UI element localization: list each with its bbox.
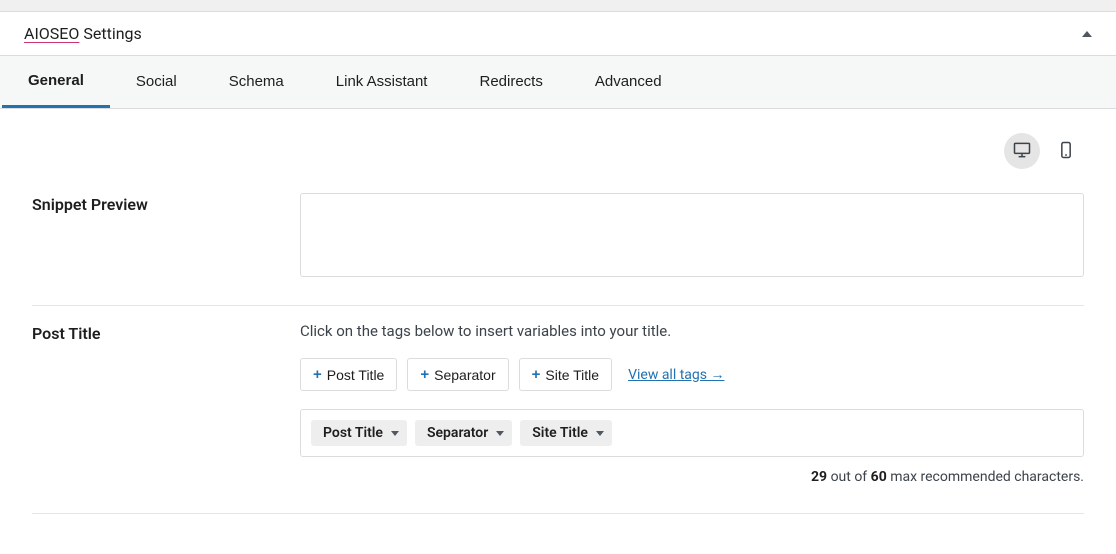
plus-icon: + [420, 366, 429, 383]
char-count-max: 60 [871, 469, 887, 485]
tab-redirects[interactable]: Redirects [453, 56, 568, 108]
chip-separator[interactable]: Separator [415, 420, 512, 446]
post-title-label: Post Title [32, 322, 300, 485]
plus-icon: + [313, 366, 322, 383]
view-all-tags-link[interactable]: View all tags → [628, 366, 724, 383]
device-toggle [32, 133, 1084, 169]
tag-buttons: + Post Title + Separator + Site Title Vi… [300, 358, 1084, 391]
chevron-down-icon [496, 431, 504, 436]
tab-social[interactable]: Social [110, 56, 203, 108]
title-input[interactable]: Post Title Separator Site Title [300, 409, 1084, 457]
tab-label: Social [136, 73, 177, 90]
tag-btn-label: Separator [434, 367, 495, 383]
char-count-current: 29 [811, 469, 827, 485]
tab-advanced[interactable]: Advanced [569, 56, 688, 108]
snippet-preview-row: Snippet Preview [32, 177, 1084, 306]
mobile-view-button[interactable] [1048, 133, 1084, 169]
post-title-body: Click on the tags below to insert variab… [300, 322, 1084, 485]
tab-label: Schema [229, 73, 284, 90]
char-count-mid: out of [827, 469, 871, 485]
tag-btn-separator[interactable]: + Separator [407, 358, 508, 391]
post-title-hint: Click on the tags below to insert variab… [300, 322, 1084, 340]
tab-label: Advanced [595, 73, 662, 90]
chevron-down-icon [391, 431, 399, 436]
collapse-icon[interactable] [1082, 31, 1092, 37]
tab-label: General [28, 72, 84, 89]
tab-link-assistant[interactable]: Link Assistant [310, 56, 454, 108]
content: Snippet Preview Post Title Click on the … [0, 109, 1116, 538]
snippet-preview-body [300, 193, 1084, 277]
panel-title: AIOSEO Settings [24, 24, 142, 43]
desktop-icon [1012, 140, 1032, 163]
tab-label: Redirects [479, 73, 542, 90]
tab-label: Link Assistant [336, 73, 428, 90]
tag-btn-post-title[interactable]: + Post Title [300, 358, 397, 391]
desktop-view-button[interactable] [1004, 133, 1040, 169]
chip-post-title[interactable]: Post Title [311, 420, 407, 446]
chevron-down-icon [596, 431, 604, 436]
tag-btn-label: Post Title [327, 367, 385, 383]
snippet-preview-box [300, 193, 1084, 277]
top-spacer [0, 0, 1116, 12]
tag-btn-label: Site Title [545, 367, 599, 383]
tab-general[interactable]: General [2, 56, 110, 108]
chip-label: Site Title [532, 425, 588, 441]
char-count-suffix: max recommended characters. [887, 469, 1084, 485]
post-title-row: Post Title Click on the tags below to in… [32, 306, 1084, 514]
chip-label: Post Title [323, 425, 383, 441]
tag-btn-site-title[interactable]: + Site Title [519, 358, 612, 391]
snippet-preview-label: Snippet Preview [32, 193, 300, 277]
mobile-icon [1056, 140, 1076, 163]
chip-site-title[interactable]: Site Title [520, 420, 612, 446]
brand-text: AIOSEO [24, 24, 79, 43]
panel-header: AIOSEO Settings [0, 12, 1116, 56]
chip-label: Separator [427, 425, 488, 441]
tab-schema[interactable]: Schema [203, 56, 310, 108]
plus-icon: + [532, 366, 541, 383]
panel-title-suffix: Settings [79, 24, 141, 43]
char-count: 29 out of 60 max recommended characters. [300, 469, 1084, 485]
tabs: General Social Schema Link Assistant Red… [0, 56, 1116, 109]
